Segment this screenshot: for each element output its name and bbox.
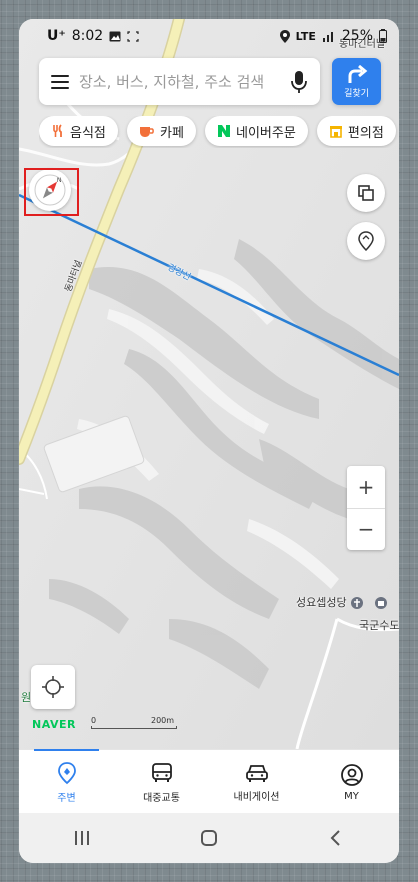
place-label-church[interactable]: 성요셉성당 (296, 594, 388, 610)
crosshair-icon (42, 676, 64, 698)
highlight-box (24, 168, 79, 216)
network-type: LTE (295, 29, 316, 43)
scale-bar: 0 200m (91, 716, 177, 729)
layers-button[interactable] (347, 174, 385, 212)
location-pin-icon (57, 761, 76, 784)
layers-icon (358, 185, 374, 201)
status-bar: U⁺ 8:02 LTE 25% (19, 19, 399, 53)
zoom-in-button[interactable]: + (347, 466, 385, 508)
clock: 8:02 (71, 28, 104, 44)
battery-percent: 25% (341, 28, 373, 44)
coffee-cup-icon (139, 127, 154, 137)
directions-arrow-icon (348, 64, 367, 83)
place-name: 국군수도 (359, 619, 399, 632)
saved-places-button[interactable] (347, 222, 385, 260)
building-icon (374, 597, 387, 609)
home-icon[interactable] (199, 829, 219, 847)
tab-navigation[interactable]: 내비게이션 (209, 750, 304, 814)
chip-label: 편의점 (347, 125, 384, 141)
zoom-out-button[interactable]: − (347, 509, 385, 551)
directions-label: 길찾기 (344, 88, 369, 99)
scale-distance: 200m (151, 716, 175, 725)
location-status-icon (279, 29, 290, 43)
bus-icon (151, 762, 172, 782)
search-bar[interactable]: 장소, 버스, 지하철, 주소 검색 (39, 58, 320, 105)
signal-icon (322, 32, 333, 42)
system-navigation-bar (19, 813, 399, 863)
church-icon (351, 597, 364, 609)
current-location-button[interactable] (31, 665, 75, 709)
scale-zero: 0 (91, 716, 97, 725)
place-name: 성요셉성당 (296, 596, 347, 609)
car-icon (245, 764, 268, 782)
fork-knife-icon (53, 124, 62, 137)
menu-icon[interactable] (51, 74, 69, 89)
place-label-left[interactable]: 원 (21, 689, 31, 705)
carrier-label: U⁺ (47, 28, 66, 44)
gallery-icon (109, 31, 121, 41)
map-pin-outline-icon (358, 231, 374, 251)
tab-label: 주변 (57, 792, 76, 804)
phone-screen: 동마긴터널 동마터널 경강선 성요셉성당 국군수도 원 N + − NAVER … (19, 19, 399, 863)
tab-my[interactable]: MY (304, 750, 399, 814)
zoom-control: + − (347, 466, 385, 550)
back-icon[interactable] (326, 829, 346, 847)
chip-label: 카페 (159, 125, 184, 141)
store-icon (329, 126, 342, 138)
tab-label: 대중교통 (143, 792, 180, 804)
search-input[interactable]: 장소, 버스, 지하철, 주소 검색 (79, 71, 282, 92)
category-chips: 음식점 카페 네이버주문 편의점 (39, 116, 399, 148)
battery-icon (379, 29, 387, 43)
tab-label: MY (344, 790, 359, 802)
profile-icon (340, 763, 363, 786)
chip-convenience-store[interactable]: 편의점 (316, 116, 396, 146)
tab-nearby[interactable]: 주변 (19, 749, 114, 814)
chip-restaurant[interactable]: 음식점 (39, 116, 118, 146)
chip-label: 음식점 (70, 125, 106, 141)
place-label-national[interactable]: 국군수도 (359, 617, 399, 633)
tab-transit[interactable]: 대중교통 (114, 750, 209, 814)
tab-label: 내비게이션 (233, 791, 280, 803)
screenshot-icon (127, 30, 139, 42)
chip-cafe[interactable]: 카페 (126, 116, 196, 146)
chip-label: 네이버주문 (236, 125, 296, 141)
microphone-icon[interactable] (290, 70, 308, 94)
bottom-navigation: 주변 대중교통 내비게이션 MY (19, 749, 399, 814)
recent-apps-icon[interactable] (72, 829, 92, 847)
naver-logo: NAVER (32, 718, 76, 731)
directions-button[interactable]: 길찾기 (332, 58, 381, 105)
chip-naver-order[interactable]: 네이버주문 (205, 116, 308, 146)
scale-line (91, 726, 177, 729)
naver-n-icon (218, 125, 230, 137)
